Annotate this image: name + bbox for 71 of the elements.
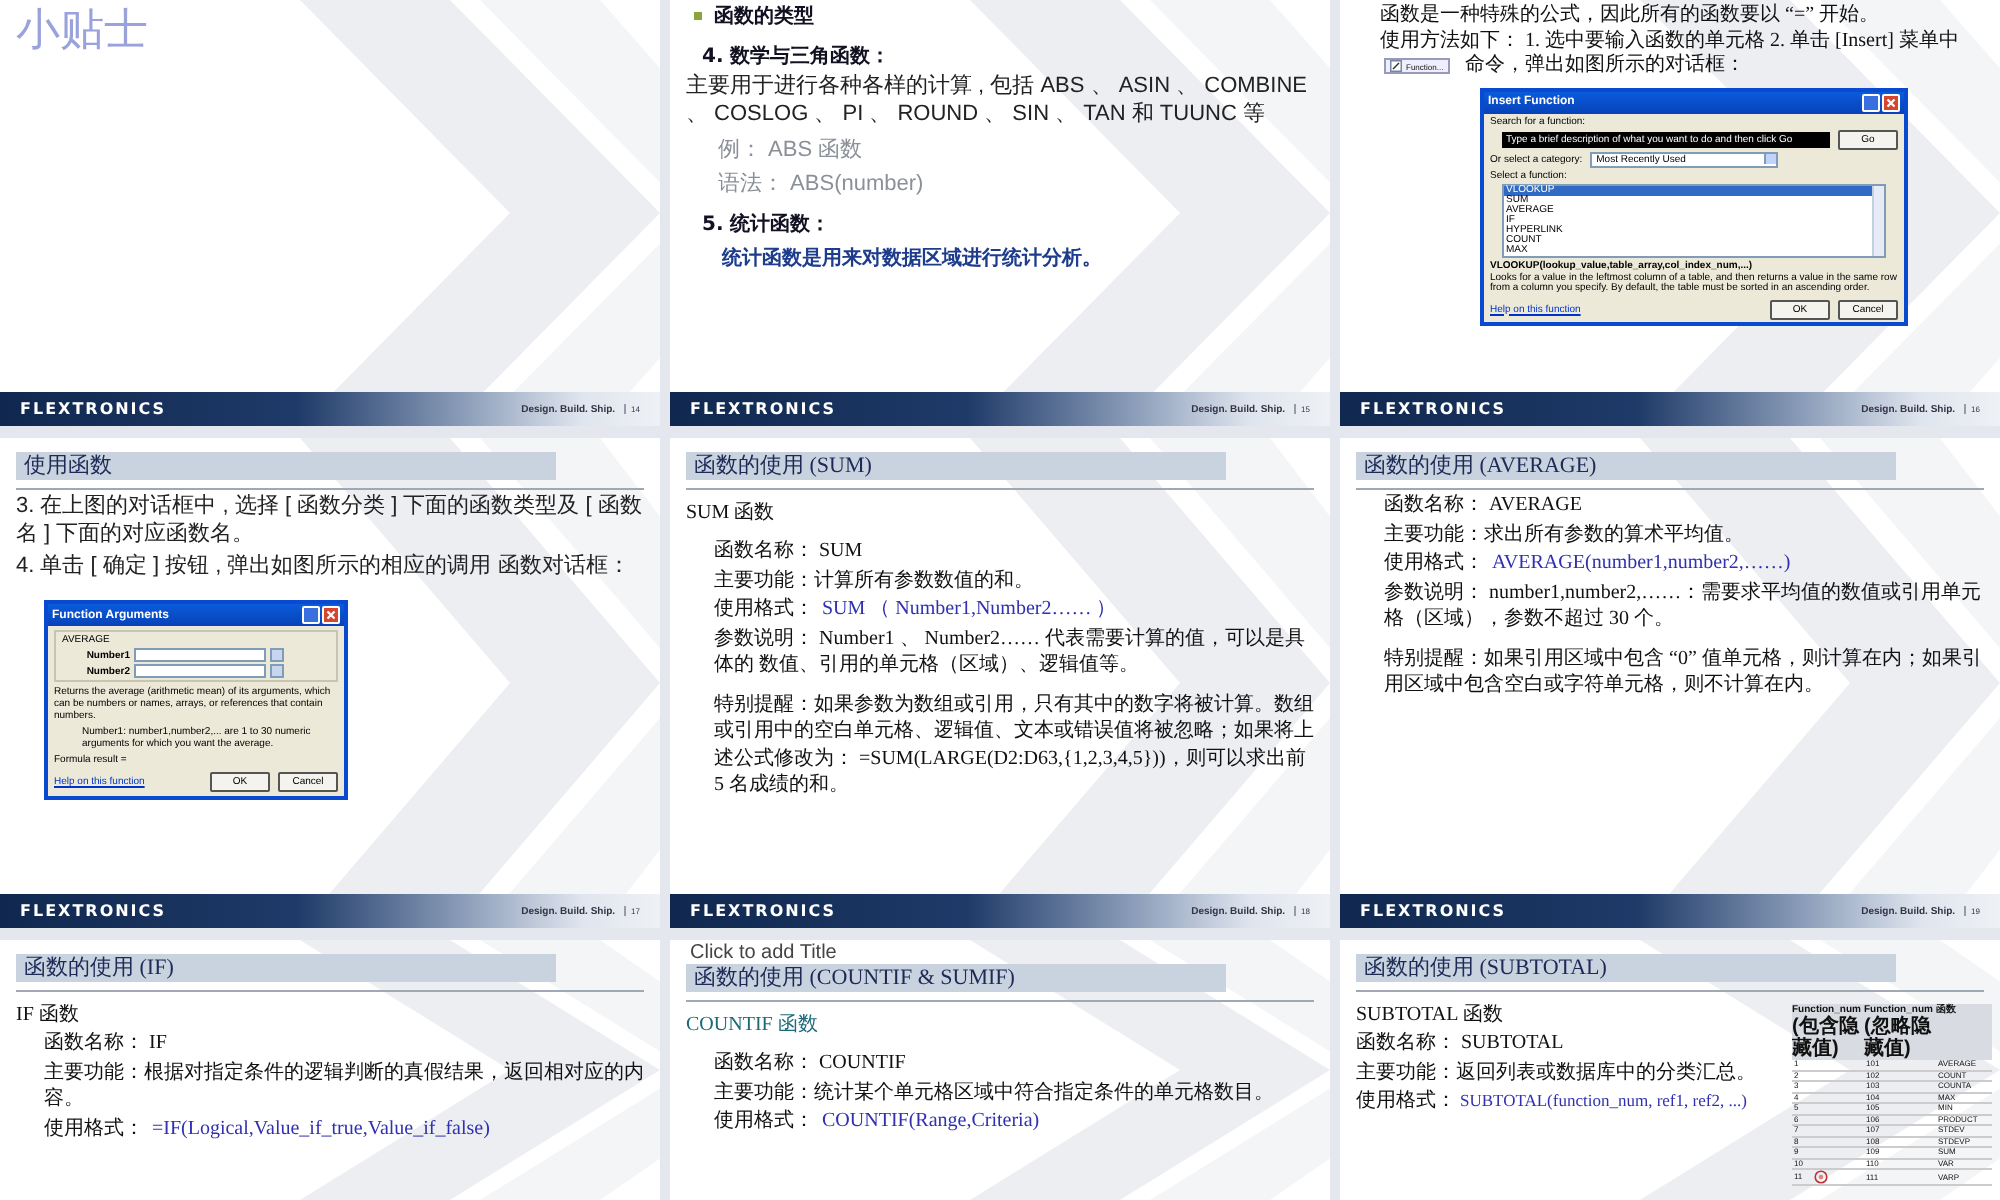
paragraph: 参数说明： number1,number2,……：需要求平均值的数值或引用单元格（区域），参数不超过 30 个。 bbox=[1382, 579, 1984, 633]
paragraph: 命令，弹出如图所示的对话框： bbox=[1465, 54, 1746, 79]
paragraph: 函数名称： COUNTIF bbox=[712, 1050, 908, 1077]
function-icon bbox=[1390, 60, 1402, 73]
brand-logo: FLEXTRONICS bbox=[690, 400, 837, 418]
paragraph: 4. 单击 [ 确定 ] 按钮 , 弹出如图所示的相应的调用 函数对话框： bbox=[16, 553, 632, 581]
heading: COUNTIF 函数 bbox=[686, 1012, 820, 1038]
format-code: =IF(Logical,Value_if_true,Value_if_false) bbox=[152, 1117, 490, 1139]
column-note: (包含隐藏值) bbox=[1792, 1016, 1862, 1060]
paragraph: 统计函数是用来对数据区域进行统计分析。 bbox=[722, 245, 1104, 271]
slide-thumbnail[interactable]: Click to add Title 函数的使用 (COUNTIF & SUMIF) COUNTIF 函数 函数名称： COUNTIF 主要功能：统计某个单元格区域中符合指定条件的单元格数目。 使用格式： COUNTIF(Range,Criteria) bbox=[670, 940, 1330, 1200]
paragraph: 主要功能：计算所有参数数值的和。 bbox=[712, 567, 1036, 594]
paragraph: 主要功能：求出所有参数的算术平均值。 bbox=[1382, 521, 1746, 548]
heading: SUBTOTAL 函数 bbox=[1356, 1002, 1505, 1028]
stamp-icon bbox=[1814, 1170, 1829, 1184]
paragraph: 函数名称： IF bbox=[42, 1030, 169, 1057]
brand-logo: FLEXTRONICS bbox=[20, 902, 167, 920]
heading: IF 函数 bbox=[16, 1002, 81, 1028]
slide-thumbnail[interactable] bbox=[1340, 0, 2000, 426]
bullet-icon bbox=[694, 12, 702, 20]
close-icon[interactable] bbox=[322, 606, 340, 625]
paragraph: 3. 在上图的对话框中 , 选择 [ 函数分类 ] 下面的函数类型及 [ 函数名 ] 下面的对应函数名。 bbox=[16, 494, 644, 549]
argument-field[interactable] bbox=[134, 648, 266, 663]
brand-logo: FLEXTRONICS bbox=[690, 902, 837, 920]
slide-thumbnail[interactable] bbox=[1340, 940, 2000, 1200]
slide-title: 函数的使用 (SUM) bbox=[686, 452, 1226, 480]
slide-thumbnail[interactable]: 函数的使用 (IF) IF 函数 函数名称： IF 主要功能：根据对指定条件的逻辑判断的真假结果，返回相对应的内容。 使用格式： =IF(Logical,Value_if_true,Value_if_false) bbox=[0, 940, 660, 1200]
format-code: COUNTIF(Range,Criteria) bbox=[822, 1110, 1040, 1132]
section-label: 4. 数学与三角函数： bbox=[702, 43, 893, 70]
format-label: 使用格式： bbox=[44, 1117, 144, 1139]
paragraph: 主要功能：返回列表或数据库中的分类汇总。 bbox=[1356, 1059, 1758, 1086]
paragraph: 主要功能：统计某个单元格区域中符合指定条件的单元格数目。 bbox=[712, 1079, 1276, 1106]
paragraph: 参数说明： Number1 、 Number2…… 代表需要计算的值，可以是具体的 数值、引用的单元格（区域）、逻辑值等。 bbox=[712, 625, 1308, 679]
slide-title: 使用函数 bbox=[16, 452, 556, 480]
argument-field[interactable] bbox=[134, 664, 266, 679]
scrollbar bbox=[1872, 185, 1884, 255]
slide-thumbnail[interactable] bbox=[0, 438, 660, 928]
slide-title: 函数的使用 (SUBTOTAL) bbox=[1356, 954, 1896, 982]
example-text: 例： ABS 函数 bbox=[718, 135, 865, 163]
paragraph: 函数名称： SUBTOTAL bbox=[1356, 1030, 1566, 1057]
brand-logo: FLEXTRONICS bbox=[1360, 902, 1507, 920]
format-label: 使用格式： bbox=[714, 598, 814, 620]
paragraph: 特别提醒：如果参数为数组或引用，只有其中的数字将被计算。数组或引用中的空白单元格、逻辑值、文本或错误值将被忽略；如果将上述公式修改为： =SUM(LARGE(D2:D63,{1,2,3,4,5}))，则可以求出前 5 名成绩的和。 bbox=[712, 691, 1314, 799]
slide-title: 函数的使用 (COUNTIF & SUMIF) bbox=[686, 964, 1226, 992]
paragraph: 特别提醒：如果引用区域中包含 “0” 值单元格，则计算在内；如果引用区域中包含空白或字符单元格，则不计算在内。 bbox=[1382, 645, 1984, 699]
paragraph: 函数名称： AVERAGE bbox=[1382, 492, 1584, 519]
section-label: 5. 统计函数： bbox=[702, 211, 833, 237]
slide-title: 小贴士 bbox=[16, 4, 150, 60]
slide-title: 函数的使用 (IF) bbox=[16, 954, 556, 982]
paragraph: 主要功能：根据对指定条件的逻辑判断的真假结果，返回相对应的内容。 bbox=[42, 1059, 644, 1113]
brand-logo: FLEXTRONICS bbox=[1360, 400, 1507, 418]
format-label: 使用格式： bbox=[1356, 1090, 1456, 1112]
slide-title: 函数的使用 (AVERAGE) bbox=[1356, 452, 1896, 480]
paragraph: 主要用于进行各种各样的计算 , 包括 ABS 、 ASIN 、 COMBINE 、 COSLOG 、 PI 、 ROUND 、 SIN 、 TAN 和 TUUNC 等 bbox=[686, 74, 1309, 129]
bullet-text: 函数的类型 bbox=[714, 3, 814, 30]
paragraph: 使用方法如下： 1. 选中要输入函数的单元格 2. 单击 [Insert] 菜单中 bbox=[1380, 29, 1961, 53]
format-code: SUBTOTAL(function_num, ref1, ref2, ...) bbox=[1460, 1090, 1747, 1110]
paragraph: 函数名称： SUM bbox=[712, 538, 865, 565]
close-icon[interactable] bbox=[1882, 93, 1900, 111]
format-code: AVERAGE(number1,number2,……) bbox=[1492, 552, 1791, 574]
column-note: (忽略隐藏值) bbox=[1864, 1016, 1934, 1060]
format-label: 使用格式： bbox=[1384, 552, 1484, 574]
example-text: 语法： ABS(number) bbox=[718, 169, 926, 197]
slide-thumbnail[interactable] bbox=[1340, 438, 2000, 928]
slide-thumbnail[interactable] bbox=[670, 438, 1330, 928]
format-code: SUM （ Number1,Number2…… ） bbox=[822, 598, 1117, 620]
format-label: 使用格式： bbox=[714, 1110, 814, 1132]
brand-logo: FLEXTRONICS bbox=[20, 400, 167, 418]
paragraph: 函数是一种特殊的公式，因此所有的函数要以 “=” 开始。 bbox=[1380, 4, 1882, 29]
title-placeholder: Click to add Title bbox=[688, 942, 839, 964]
heading: SUM 函数 bbox=[686, 500, 777, 526]
